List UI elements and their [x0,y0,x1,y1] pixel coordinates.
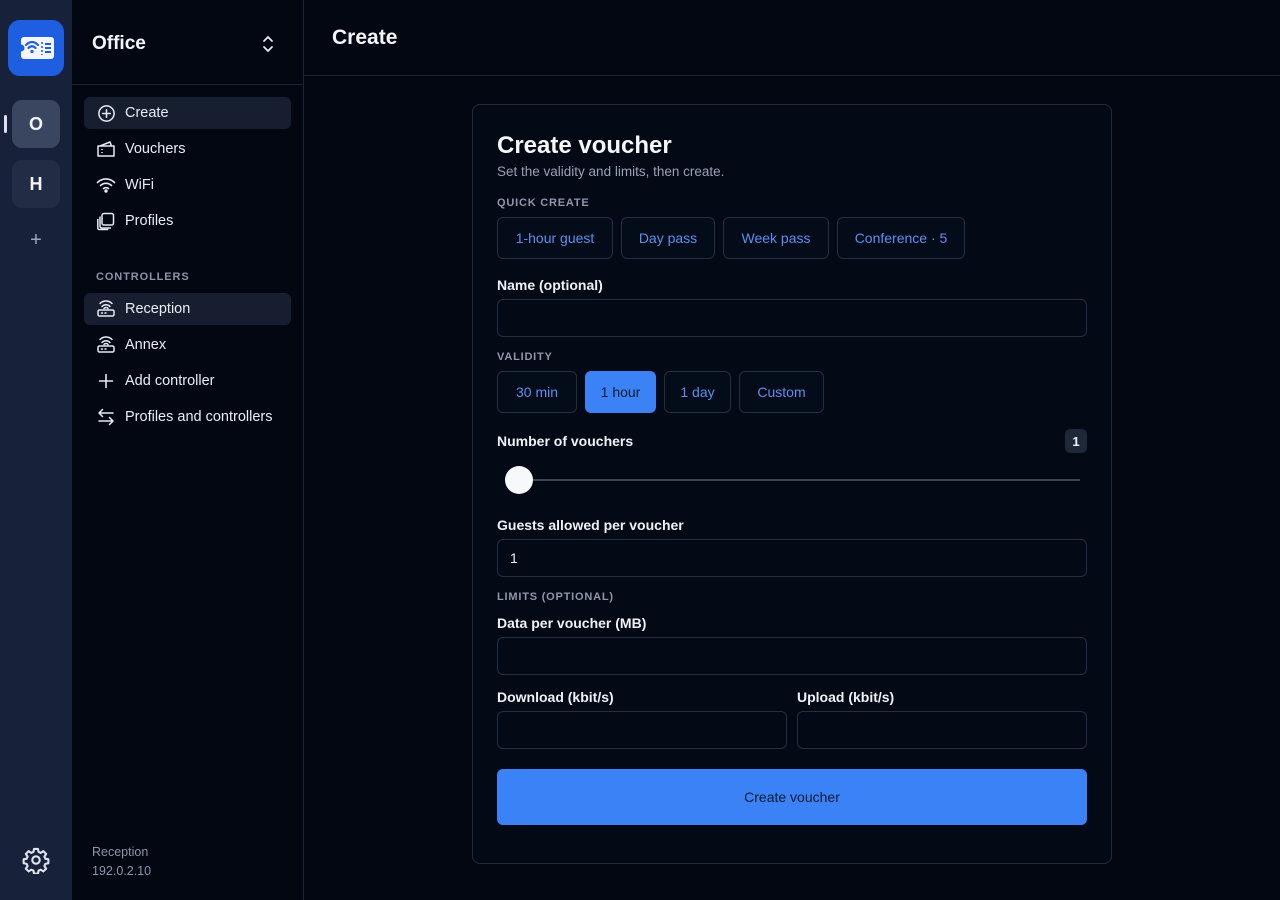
ticket-icon [96,139,116,159]
add-workspace-button[interactable]: + [26,229,46,251]
download-label: Download (kbit/s) [497,689,614,705]
controller-label: Add controller [125,373,215,389]
current-controller-ip: 192.0.2.10 [92,864,152,878]
add-controller-button[interactable]: Add controller [84,365,291,397]
quick-create-conference[interactable]: Conference · 5 [837,217,965,259]
controller-item-reception[interactable]: Reception [84,293,291,325]
controller-item-annex[interactable]: Annex [84,329,291,361]
controller-label: Reception [125,301,191,317]
upload-label: Upload (kbit/s) [797,689,895,705]
controllers-heading: CONTROLLERS [96,271,190,283]
validity-custom[interactable]: Custom [739,371,824,413]
guests-label: Guests allowed per voucher [497,517,684,533]
nav-item-wifi[interactable]: WiFi [84,169,291,201]
workspace-office-button[interactable]: O [12,100,60,148]
guests-input[interactable] [497,539,1087,577]
nav-label: WiFi [125,177,154,193]
count-label: Number of vouchers [497,433,634,449]
validity-1-day[interactable]: 1 day [664,371,731,413]
limits-heading: LIMITS (OPTIONAL) [497,591,614,603]
nav-label: Create [125,105,169,121]
nav-label: Vouchers [125,141,186,157]
form-title: Create voucher [497,132,672,159]
profiles-icon [96,211,116,231]
form-subtitle: Set the validity and limits, then create… [497,164,725,179]
page-title: Create [332,26,398,49]
chevron-up-down-icon [263,36,273,52]
validity-1-hour[interactable]: 1 hour [585,371,656,413]
profiles-and-controllers-link[interactable]: Profiles and controllers [84,401,291,433]
upload-input[interactable] [797,711,1087,749]
workspace-switcher[interactable]: Office [72,0,303,85]
router-icon [96,335,116,355]
active-workspace-indicator [4,115,7,133]
current-controller-name: Reception [92,845,149,859]
workspace-rail: O H + [0,0,72,900]
controller-label: Profiles and controllers [125,409,273,425]
validity-heading: VALIDITY [497,351,553,363]
nav-label: Profiles [125,213,174,229]
gear-icon [22,847,50,875]
quick-create-1-hour-guest[interactable]: 1-hour guest [497,217,613,259]
count-slider-thumb[interactable] [505,466,533,494]
quick-create-heading: QUICK CREATE [497,197,590,209]
wifi-icon [96,175,116,195]
create-voucher-button[interactable]: Create voucher [497,769,1087,825]
data-limit-input[interactable] [497,637,1087,675]
plus-icon [96,371,116,391]
create-voucher-card: Create voucher Set the validity and limi… [472,104,1112,864]
nav-item-create[interactable]: Create [84,97,291,129]
top-bar: Create [304,0,1280,76]
quick-create-day-pass[interactable]: Day pass [621,217,715,259]
validity-30-min[interactable]: 30 min [497,371,577,413]
download-input[interactable] [497,711,787,749]
app-logo[interactable] [8,20,64,76]
settings-button[interactable] [22,846,50,875]
name-label: Name (optional) [497,277,603,293]
count-value-badge: 1 [1065,429,1087,453]
name-input[interactable] [497,299,1087,337]
controller-label: Annex [125,337,167,353]
workspace-h-button[interactable]: H [12,160,60,208]
plus-circle-icon [96,103,116,123]
wifi-ticket-logo-icon [17,37,54,59]
router-icon [96,299,116,319]
quick-create-week-pass[interactable]: Week pass [723,217,829,259]
data-limit-label: Data per voucher (MB) [497,615,647,631]
workspace-name: Office [92,33,146,54]
nav-item-profiles[interactable]: Profiles [84,205,291,237]
sidebar: Office Create Vouchers WiFi Profiles CON… [72,0,304,900]
nav-item-vouchers[interactable]: Vouchers [84,133,291,165]
count-slider-track[interactable] [519,479,1080,481]
swap-arrows-icon [96,407,116,427]
